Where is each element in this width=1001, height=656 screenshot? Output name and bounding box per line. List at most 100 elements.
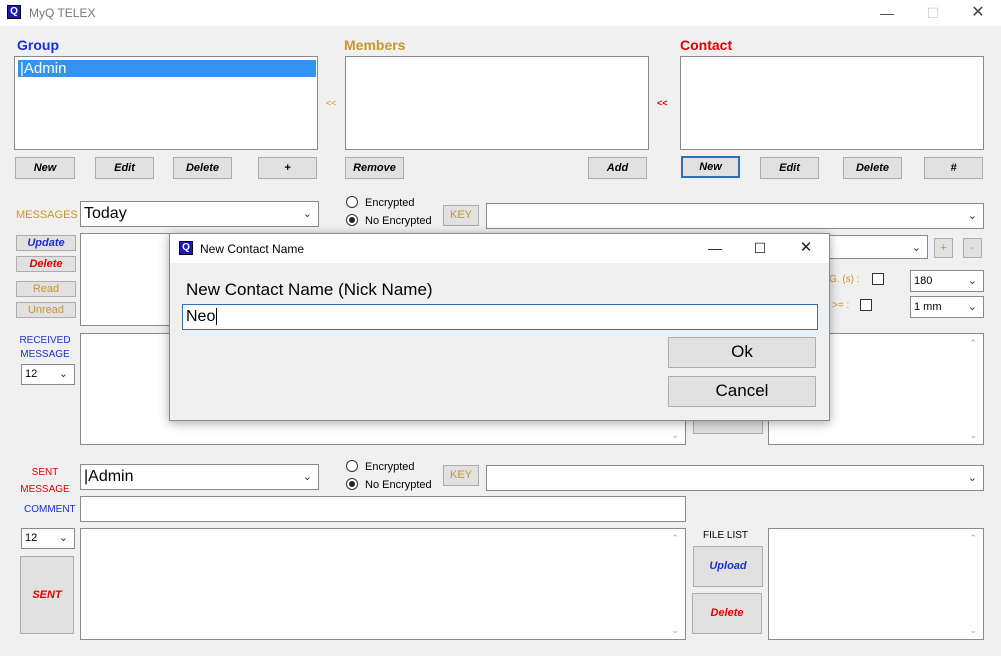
members-list[interactable] — [345, 56, 649, 150]
interval-label: G. (s) : — [829, 274, 860, 285]
scroll-down-icon[interactable]: ⌄ — [969, 625, 977, 636]
minus-button[interactable]: - — [963, 238, 982, 258]
sent-label: SENT MESSAGE — [14, 464, 76, 498]
chevron-down-icon: ⌄ — [302, 471, 312, 483]
messages-delete-button[interactable]: Delete — [16, 256, 76, 272]
received-label-line1: RECEIVED — [19, 335, 71, 346]
contact-name-input[interactable]: Neo — [182, 304, 818, 330]
interval-value: 180 — [914, 275, 933, 287]
group-new-button[interactable]: New — [15, 157, 75, 179]
messages-label: MESSAGES — [16, 209, 78, 221]
scroll-up-icon[interactable]: ⌃ — [969, 533, 977, 544]
file-list-box[interactable]: ⌃ ⌄ — [768, 528, 984, 640]
file-delete-button[interactable]: Delete — [692, 593, 762, 634]
dialog-maximize-button[interactable]: ☐ — [737, 235, 783, 261]
group-edit-button[interactable]: Edit — [95, 157, 154, 179]
dialog-title: New Contact Name — [200, 242, 305, 256]
size-label: >= : — [832, 300, 850, 311]
group-add-button[interactable]: + — [258, 157, 317, 179]
messages-key-button[interactable]: KEY — [443, 205, 479, 226]
group-list[interactable]: |Admin — [14, 56, 318, 150]
unread-button[interactable]: Unread — [16, 302, 76, 318]
messages-key-select[interactable]: ⌄ — [486, 203, 984, 229]
chevron-down-icon: ⌄ — [967, 472, 977, 484]
dialog-prompt: New Contact Name (Nick Name) — [186, 280, 433, 299]
scroll-down-icon[interactable]: ⌄ — [969, 430, 977, 441]
contact-edit-button[interactable]: Edit — [760, 157, 819, 179]
sent-recipient-select[interactable]: |Admin ⌄ — [80, 464, 319, 490]
close-button[interactable]: ✕ — [955, 0, 1001, 26]
contact-list[interactable] — [680, 56, 984, 150]
messages-no-encrypted-radio[interactable] — [346, 214, 358, 226]
contact-name-value: Neo — [186, 308, 216, 325]
sent-key-select[interactable]: ⌄ — [486, 465, 984, 491]
interval-checkbox[interactable] — [872, 273, 884, 285]
messages-filter-select[interactable]: Today ⌄ — [80, 201, 319, 227]
group-delete-button[interactable]: Delete — [173, 157, 232, 179]
upload-button[interactable]: Upload — [693, 546, 763, 587]
sent-encrypted-radio[interactable] — [346, 460, 358, 472]
size-select[interactable]: 1 mm ⌄ — [910, 296, 984, 318]
dialog-logo-icon: Q — [179, 241, 193, 255]
contact-hash-button[interactable]: # — [924, 157, 983, 179]
chevron-down-icon: ⌄ — [967, 275, 977, 287]
members-move-arrow[interactable]: << — [326, 98, 337, 108]
chevron-down-icon: ⌄ — [58, 532, 68, 544]
window-title: MyQ TELEX — [29, 6, 96, 20]
maximize-button[interactable]: ☐ — [910, 0, 956, 26]
right-select[interactable]: ⌄ — [828, 235, 928, 259]
size-checkbox[interactable] — [860, 299, 872, 311]
group-header: Group — [17, 37, 59, 53]
scroll-down-icon[interactable]: ⌄ — [671, 430, 679, 441]
contact-delete-button[interactable]: Delete — [843, 157, 902, 179]
chevron-down-icon: ⌄ — [967, 210, 977, 222]
send-button[interactable]: SENT — [20, 556, 74, 634]
sent-no-encrypted-label: No Encrypted — [365, 479, 432, 491]
received-font-size-value: 12 — [25, 368, 38, 380]
sent-message-area[interactable]: ⌃ ⌄ — [80, 528, 686, 640]
app-logo-icon: Q — [7, 5, 21, 19]
messages-encrypted-label: Encrypted — [365, 197, 415, 209]
members-remove-button[interactable]: Remove — [345, 157, 404, 179]
update-button[interactable]: Update — [16, 235, 76, 251]
text-cursor — [216, 308, 218, 325]
received-font-size-select[interactable]: 12 ⌄ — [21, 364, 75, 385]
size-value: 1 mm — [914, 301, 942, 313]
contact-move-arrow[interactable]: << — [657, 98, 668, 108]
comment-input[interactable] — [80, 496, 686, 522]
messages-filter-value: Today — [84, 205, 127, 222]
chevron-down-icon: ⌄ — [967, 301, 977, 313]
dialog-title-bar: Q New Contact Name — ☐ ✕ — [170, 234, 829, 263]
new-contact-dialog: Q New Contact Name — ☐ ✕ New Contact Nam… — [169, 233, 830, 421]
scroll-up-icon[interactable]: ⌃ — [671, 533, 679, 544]
plus-button[interactable]: + — [934, 238, 953, 258]
ok-button[interactable]: Ok — [668, 337, 816, 368]
read-button[interactable]: Read — [16, 281, 76, 297]
minimize-button[interactable]: — — [864, 0, 910, 26]
comment-label: COMMENT — [24, 504, 76, 515]
members-add-button[interactable]: Add — [588, 157, 647, 179]
file-list-label: FILE LIST — [703, 530, 749, 541]
sent-no-encrypted-radio[interactable] — [346, 478, 358, 490]
sent-key-button[interactable]: KEY — [443, 465, 479, 486]
cancel-button[interactable]: Cancel — [668, 376, 816, 407]
sent-label-line2: MESSAGE — [20, 484, 70, 495]
scroll-up-icon[interactable]: ⌃ — [969, 338, 977, 349]
dialog-close-button[interactable]: ✕ — [783, 235, 829, 261]
dialog-minimize-button[interactable]: — — [692, 235, 738, 261]
chevron-down-icon: ⌄ — [911, 242, 921, 254]
chevron-down-icon: ⌄ — [302, 208, 312, 220]
chevron-down-icon: ⌄ — [58, 368, 68, 380]
sent-font-size-value: 12 — [25, 532, 38, 544]
messages-encrypted-radio[interactable] — [346, 196, 358, 208]
messages-no-encrypted-label: No Encrypted — [365, 215, 432, 227]
sent-label-line1: SENT — [31, 467, 59, 478]
scroll-down-icon[interactable]: ⌄ — [671, 625, 679, 636]
group-list-item[interactable]: |Admin — [18, 60, 316, 77]
title-bar: Q MyQ TELEX — ☐ ✕ — [0, 0, 1001, 26]
sent-encrypted-label: Encrypted — [365, 461, 415, 473]
contact-new-button[interactable]: New — [681, 156, 740, 178]
interval-select[interactable]: 180 ⌄ — [910, 270, 984, 292]
sent-font-size-select[interactable]: 12 ⌄ — [21, 528, 75, 549]
received-label-line2: MESSAGE — [20, 349, 70, 360]
